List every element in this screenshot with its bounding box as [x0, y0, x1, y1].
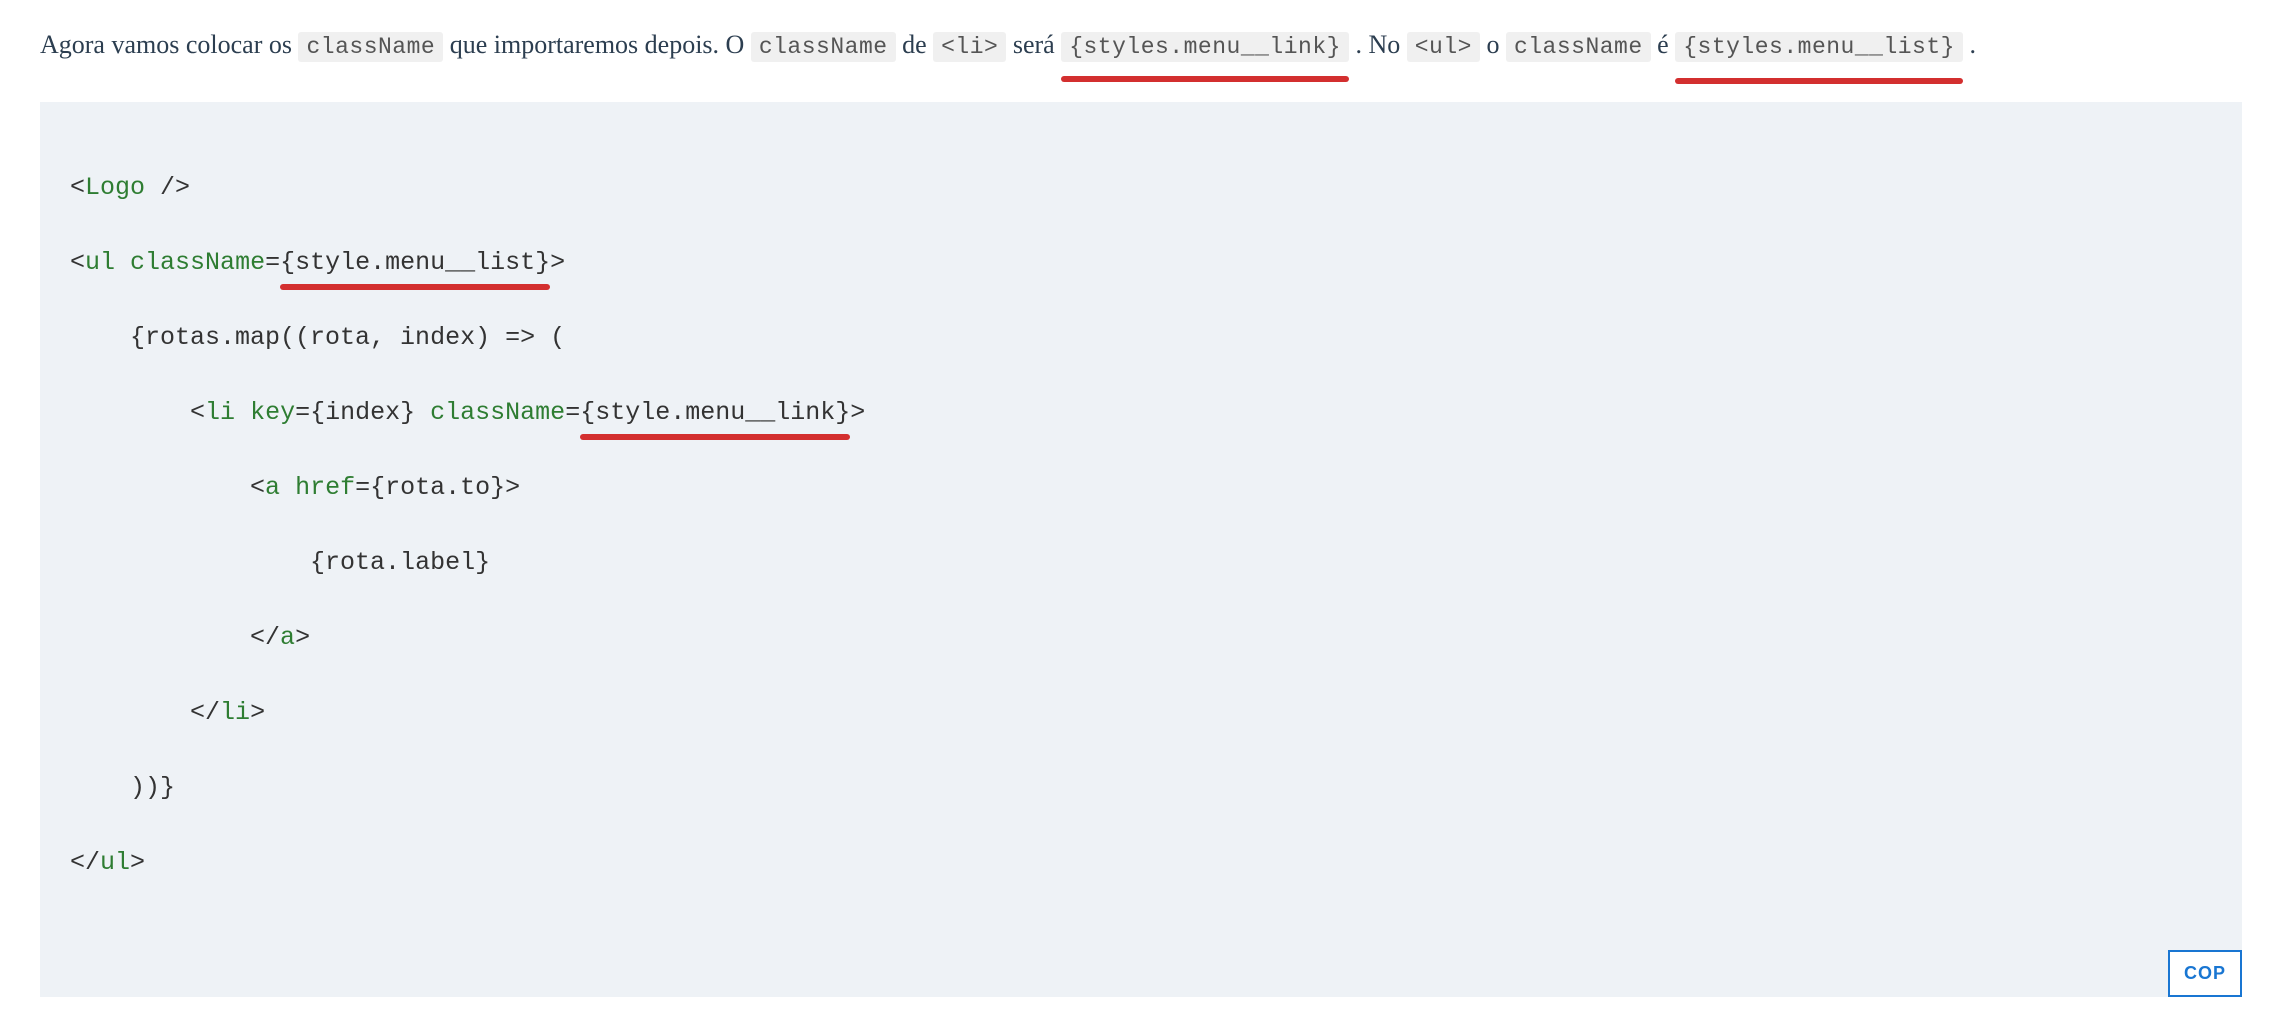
text-segment: que importaremos depois. O [450, 30, 751, 59]
text-segment: Agora vamos colocar os [40, 30, 298, 59]
code-line-10: </ul> [70, 844, 2212, 882]
code-line-5: <a href={rota.to}> [70, 469, 2212, 507]
text-segment: de [902, 30, 933, 59]
code-line-3: {rotas.map((rota, index) => ( [70, 319, 2212, 357]
inline-code-menu-list: {styles.menu__list} [1675, 32, 1963, 62]
code-line-9: ))} [70, 769, 2212, 807]
instruction-paragraph: Agora vamos colocar os className que imp… [40, 20, 2242, 70]
text-segment: será [1013, 30, 1061, 59]
inline-code-ul: <ul> [1407, 32, 1480, 62]
text-segment: . No [1355, 30, 1406, 59]
inline-code-classname-3: className [1506, 32, 1651, 62]
code-line-8: </li> [70, 694, 2212, 732]
inline-code-classname-2: className [751, 32, 896, 62]
code-line-2: <ul className={style.menu__list}> [70, 244, 2212, 282]
code-block: <Logo /> <ul className={style.menu__list… [40, 102, 2242, 997]
text-segment: o [1486, 30, 1506, 59]
inline-code-classname-1: className [298, 32, 443, 62]
code-line-4: <li key={index} className={style.menu__l… [70, 394, 2212, 432]
text-segment: é [1657, 30, 1675, 59]
inline-code-li: <li> [933, 32, 1006, 62]
inline-code-menu-link: {styles.menu__link} [1061, 32, 1349, 62]
copy-button[interactable]: COP [2168, 950, 2242, 997]
code-line-6: {rota.label} [70, 544, 2212, 582]
code-line-7: </a> [70, 619, 2212, 657]
code-line-1: <Logo /> [70, 169, 2212, 207]
text-segment: . [1969, 30, 1976, 59]
